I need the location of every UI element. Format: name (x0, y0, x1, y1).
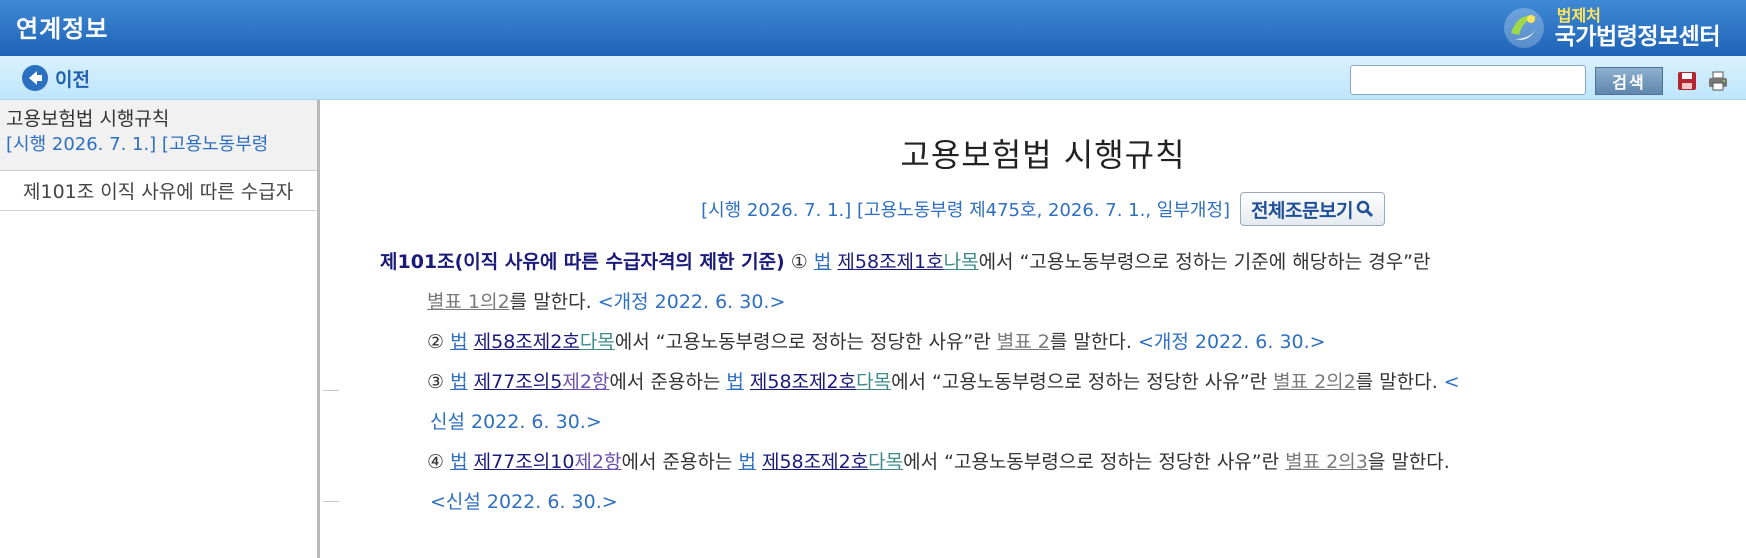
divider (323, 390, 339, 391)
article-heading: 제101조(이직 사유에 따른 수급자격의 제한 기준) (380, 251, 785, 273)
law-meta: [시행 2026. 7. 1.] [고용노동부령 제475호, 2026. 7.… (701, 200, 1231, 221)
article-line: <신설 2022. 6. 30.> (430, 488, 618, 516)
article-line: ④ 법 제77조의10제2항에서 준용하는 법 제58조제2호다목에서 “고용노… (427, 448, 1450, 476)
item-ref-link[interactable]: 나목 (944, 251, 979, 273)
emblem-icon (1503, 8, 1544, 48)
save-icon[interactable] (1675, 69, 1699, 93)
article-line: 제101조(이직 사유에 따른 수급자격의 제한 기준) ① 법 제58조제1호… (380, 248, 1431, 276)
paragraph-text: 를 말한다. (1049, 331, 1132, 353)
view-all-articles-button[interactable]: 전체조문보기 (1240, 192, 1385, 226)
annex-table-link[interactable]: 별표 2의3 (1285, 451, 1368, 473)
item-ref-link[interactable]: 다목 (868, 451, 903, 473)
search-button[interactable]: 검색 (1595, 67, 1663, 95)
tree-item-article-101[interactable]: 제101조 이직 사유에 따른 수급자 (0, 171, 317, 211)
annex-table-link[interactable]: 별표 2의2 (1273, 371, 1356, 393)
law-link[interactable]: 법 (814, 251, 831, 273)
paragraph-text: 에서 “고용노동부령으로 정하는 정당한 사유”란 (903, 451, 1280, 473)
header-bar: 연계정보 법제처 국가법령정보센터 (0, 0, 1746, 56)
back-label: 이전 (55, 68, 90, 91)
article-ref-link[interactable]: 제58조제2호 (750, 371, 856, 393)
paragraph-text: 에서 “고용노동부령으로 정하는 정당한 사유”란 (614, 331, 991, 353)
paragraph-number: ④ (427, 451, 445, 473)
article-ref-link[interactable]: 제77조의10 (474, 451, 575, 473)
law-link[interactable]: 법 (450, 451, 467, 473)
paragraph-text: 에서 “고용노동부령으로 정하는 기준에 해당하는 경우”란 (978, 251, 1431, 273)
left-tree-panel: 고용보험법 시행규칙 [시행 2026. 7. 1.] [고용노동부령 제101… (0, 100, 320, 558)
back-button[interactable]: 이전 (21, 63, 90, 93)
arrow-left-icon (22, 65, 48, 91)
article-line: 별표 1의2를 말한다. <개정 2022. 6. 30.> (427, 288, 785, 316)
brand-logo[interactable]: 법제처 국가법령정보센터 (1501, 2, 1721, 54)
law-link[interactable]: 법 (726, 371, 743, 393)
paragraph-number: ③ (427, 371, 445, 393)
annex-table-link[interactable]: 별표 2 (997, 331, 1050, 353)
law-title: 고용보험법 시행규칙 (900, 136, 1186, 174)
article-line: 신설 2022. 6. 30.> (430, 408, 602, 436)
amendment-date: <개정 2022. 6. 30.> (1137, 331, 1326, 353)
paragraph-text: 에서 준용하는 (609, 371, 721, 393)
paragraph-text: 에서 준용하는 (621, 451, 733, 473)
article-ref-link[interactable]: 제58조제2호 (474, 331, 580, 353)
article-ref-link[interactable]: 제58조제1호 (837, 251, 943, 273)
paragraph-text: 에서 “고용노동부령으로 정하는 정당한 사유”란 (891, 371, 1268, 393)
amendment-date-start: < (1443, 371, 1460, 393)
article-line: ② 법 제58조제2호다목에서 “고용노동부령으로 정하는 정당한 사유”란 별… (427, 328, 1326, 356)
magnifier-icon (1356, 200, 1373, 218)
divider (323, 501, 339, 502)
amendment-date: <개정 2022. 6. 30.> (597, 291, 786, 313)
search-input[interactable] (1350, 65, 1586, 95)
article-ref-link[interactable]: 제58조제2호 (762, 451, 868, 473)
brand-name: 국가법령정보센터 (1554, 23, 1721, 50)
annex-table-link[interactable]: 별표 1의2 (427, 291, 510, 313)
law-link[interactable]: 법 (450, 371, 467, 393)
law-link[interactable]: 법 (450, 331, 467, 353)
amendment-date: 신설 2022. 6. 30.> (430, 411, 602, 433)
item-ref-link[interactable]: 다목 (580, 331, 615, 353)
paragraph-text: 를 말한다. (1355, 371, 1438, 393)
tree-root-meta: [시행 2026. 7. 1.] [고용노동부령 (6, 134, 269, 155)
paragraph-number: ② (427, 331, 445, 353)
law-meta-row: [시행 2026. 7. 1.] [고용노동부령 제475호, 2026. 7.… (340, 192, 1746, 226)
item-ref-link[interactable]: 다목 (856, 371, 891, 393)
print-icon[interactable] (1706, 69, 1730, 93)
tree-root-title: 고용보험법 시행규칙 (6, 108, 170, 130)
brand-sub: 법제처 (1556, 5, 1601, 25)
amendment-date: <신설 2022. 6. 30.> (430, 491, 618, 513)
paragraph-text: 를 말한다. (509, 291, 592, 313)
view-all-label: 전체조문보기 (1251, 199, 1353, 222)
paragraph-number: ① (790, 251, 808, 273)
law-link[interactable]: 법 (738, 451, 755, 473)
article-ref-link[interactable]: 제77조의5 (474, 371, 563, 393)
toolbar: 이전 검색 (0, 56, 1746, 100)
clause-ref-link[interactable]: 제2항 (562, 371, 609, 393)
article-line: ③ 법 제77조의5제2항에서 준용하는 법 제58조제2호다목에서 “고용노동… (427, 368, 1460, 396)
tree-root-item[interactable]: 고용보험법 시행규칙 [시행 2026. 7. 1.] [고용노동부령 (0, 100, 317, 171)
clause-ref-link[interactable]: 제2항 (574, 451, 621, 473)
paragraph-text: 을 말한다. (1367, 451, 1450, 473)
window-title: 연계정보 (16, 15, 109, 43)
main-content: 고용보험법 시행규칙 [시행 2026. 7. 1.] [고용노동부령 제475… (340, 100, 1746, 558)
